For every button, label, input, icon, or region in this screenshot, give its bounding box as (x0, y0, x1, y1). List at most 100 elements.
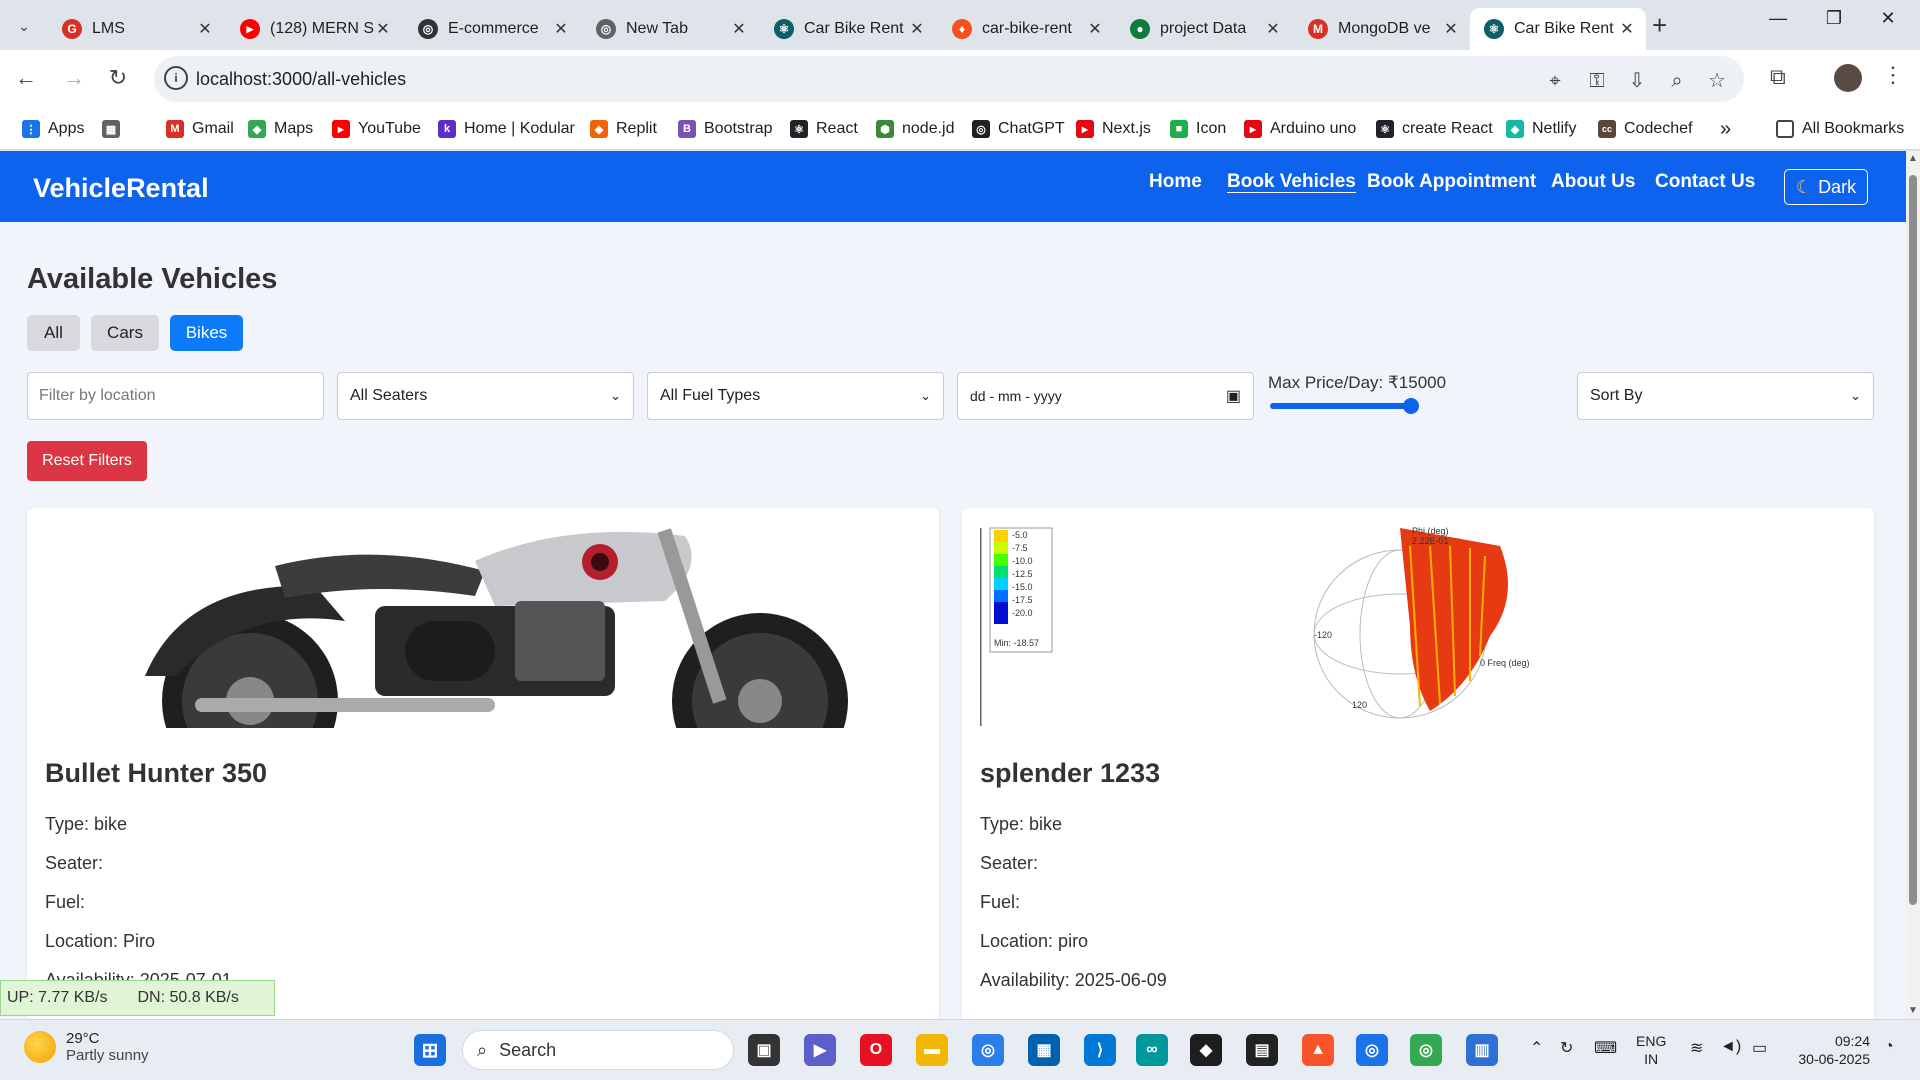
bookmark-react[interactable]: ⚛ React (790, 116, 858, 142)
bookmark-youtube[interactable]: ▶ YouTube (332, 116, 421, 142)
taskbar-search[interactable]: ⌕ Search (462, 1030, 734, 1070)
keyboard-icon[interactable]: ⌨ (1594, 1038, 1617, 1058)
install-app-icon[interactable]: ⇩ (1624, 68, 1650, 94)
bookmark-chatgpt[interactable]: ◎ ChatGPT (972, 116, 1065, 142)
bookmark-replit[interactable]: ◆ Replit (590, 116, 657, 142)
browser-tab-active[interactable]: ⚛ Car Bike Rent ✕ (1470, 8, 1646, 50)
restore-icon[interactable]: ❐ (1814, 8, 1854, 29)
scrollbar-thumb[interactable] (1909, 175, 1917, 905)
bookmark-netlify[interactable]: ◆ Netlify (1506, 116, 1576, 142)
calendar-icon[interactable]: ▣ (1226, 386, 1241, 406)
all-bookmarks-button[interactable]: All Bookmarks (1776, 116, 1904, 142)
vscode-icon[interactable]: ⟩ (1084, 1034, 1116, 1066)
figma-icon[interactable]: ◆ (1190, 1034, 1222, 1066)
bookmark-nodejs[interactable]: ⬢ node.jd (876, 116, 955, 142)
bookmark-icon[interactable]: ■ Icon (1170, 116, 1226, 142)
bookmark-tab-groups[interactable]: ▦ (102, 116, 128, 142)
task-view-icon[interactable]: ▣ (748, 1034, 780, 1066)
opera-icon[interactable]: O (860, 1034, 892, 1066)
bookmark-arduino[interactable]: ▶ Arduino uno (1244, 116, 1356, 142)
slider-handle[interactable] (1402, 398, 1419, 414)
close-tab-icon[interactable]: ✕ (908, 19, 926, 39)
arduino-icon[interactable]: ∞ (1136, 1034, 1168, 1066)
filter-tab-cars[interactable]: Cars (91, 315, 159, 351)
battery-icon[interactable]: ▭ (1752, 1038, 1767, 1058)
more-bookmarks-button[interactable]: » (1720, 116, 1731, 142)
sort-by-select[interactable]: Sort By ⌄ (1577, 372, 1874, 420)
reload-icon[interactable]: ↻ (102, 62, 134, 94)
close-tab-icon[interactable]: ✕ (1264, 19, 1282, 39)
input-language[interactable]: ENG IN (1636, 1032, 1666, 1068)
fuel-type-select[interactable]: All Fuel Types ⌄ (647, 372, 944, 420)
extensions-icon[interactable]: ⧉ (1770, 64, 1786, 90)
bookmark-gmail[interactable]: M Gmail (166, 116, 234, 142)
weather-widget[interactable]: 29°C Partly sunny (24, 1030, 149, 1064)
page-scrollbar[interactable]: ▲ ▼ (1906, 151, 1920, 1019)
browser-tab[interactable]: ♦ car-bike-rent ✕ (938, 8, 1114, 50)
notifications-icon[interactable]: ◔ (1884, 1038, 1894, 1056)
close-window-icon[interactable]: ✕ (1868, 8, 1908, 29)
browser-tab[interactable]: ◎ E-commerce ✕ (404, 8, 580, 50)
wifi-icon[interactable]: ≋ (1690, 1038, 1703, 1058)
zoom-icon[interactable]: ⌕ (1664, 68, 1690, 94)
sync-icon[interactable]: ↻ (1560, 1038, 1573, 1058)
brand-logo[interactable]: VehicleRental (33, 173, 209, 204)
chrome-alt-icon[interactable]: ◎ (1410, 1034, 1442, 1066)
browser-tab[interactable]: ⚛ Car Bike Rent ✕ (760, 8, 936, 50)
back-icon[interactable]: ← (10, 62, 42, 94)
scroll-down-icon[interactable]: ▼ (1908, 1005, 1918, 1016)
forward-icon[interactable]: → (58, 62, 90, 94)
bookmark-star-icon[interactable]: ☆ (1704, 68, 1730, 94)
system-clock[interactable]: 09:24 30-06-2025 (1784, 1032, 1870, 1068)
profile-avatar[interactable] (1834, 64, 1862, 92)
reset-filters-button[interactable]: Reset Filters (27, 441, 147, 481)
browser-menu-icon[interactable]: ⋮ (1882, 62, 1904, 88)
url-text[interactable]: localhost:3000/all-vehicles (196, 69, 406, 90)
location-filter-input[interactable]: Filter by location (27, 372, 324, 420)
date-filter-input[interactable]: dd - mm - yyyy ▣ (957, 372, 1254, 420)
chrome-profile-icon[interactable]: ◎ (1356, 1034, 1388, 1066)
browser-tab[interactable]: G LMS ✕ (48, 8, 224, 50)
site-info-icon[interactable]: i (164, 66, 188, 90)
vehicle-card[interactable]: -5.0 -7.5 -10.0 -12.5 -15.0 -17.5 -20.0 … (962, 508, 1874, 1019)
chrome-icon[interactable]: ◎ (972, 1034, 1004, 1066)
scroll-up-icon[interactable]: ▲ (1908, 153, 1918, 164)
bookmark-bootstrap[interactable]: B Bootstrap (678, 116, 772, 142)
new-tab-button[interactable]: + (1652, 10, 1667, 41)
terminal-icon[interactable]: ▤ (1246, 1034, 1278, 1066)
seaters-select[interactable]: All Seaters ⌄ (337, 372, 634, 420)
nav-home[interactable]: Home (1149, 171, 1202, 193)
app-icon[interactable]: ▥ (1466, 1034, 1498, 1066)
nav-contact-us[interactable]: Contact Us (1655, 171, 1755, 193)
vehicle-card[interactable]: Bullet Hunter 350 Type: bike Seater: Fue… (27, 508, 939, 1019)
windows-start-icon[interactable]: ⊞ (414, 1034, 446, 1066)
close-tab-icon[interactable]: ✕ (1442, 19, 1460, 39)
bookmark-create-react[interactable]: ⚛ create React (1376, 116, 1493, 142)
close-tab-icon[interactable]: ✕ (374, 19, 392, 39)
dark-mode-toggle[interactable]: ☾ Dark (1784, 169, 1868, 205)
bookmark-kodular[interactable]: k Home | Kodular (438, 116, 575, 142)
tab-search-chevron-icon[interactable]: ⌄ (12, 14, 36, 38)
password-key-icon[interactable]: ⚿ (1584, 68, 1610, 94)
close-tab-icon[interactable]: ✕ (730, 19, 748, 39)
filter-tab-all[interactable]: All (27, 315, 80, 351)
close-tab-icon[interactable]: ✕ (1618, 19, 1636, 39)
microsoft-store-icon[interactable]: ▦ (1028, 1034, 1060, 1066)
nav-about-us[interactable]: About Us (1551, 171, 1635, 193)
browser-tab[interactable]: ● project Data ✕ (1116, 8, 1292, 50)
location-icon[interactable]: ⌖ (1542, 68, 1568, 94)
close-tab-icon[interactable]: ✕ (196, 19, 214, 39)
volume-icon[interactable]: ◄) (1720, 1038, 1741, 1056)
address-bar[interactable]: i localhost:3000/all-vehicles ⌖ ⚿ ⇩ ⌕ ☆ (154, 56, 1744, 102)
close-tab-icon[interactable]: ✕ (552, 19, 570, 39)
browser-tab[interactable]: ◎ New Tab ✕ (582, 8, 758, 50)
close-tab-icon[interactable]: ✕ (1086, 19, 1104, 39)
bookmark-codechef[interactable]: cc Codechef (1598, 116, 1693, 142)
brave-icon[interactable]: ▲ (1302, 1034, 1334, 1066)
nav-book-vehicles[interactable]: Book Vehicles (1227, 171, 1356, 193)
bookmark-maps[interactable]: ◆ Maps (248, 116, 313, 142)
max-price-slider[interactable] (1270, 397, 1419, 415)
teams-icon[interactable]: ▶ (804, 1034, 836, 1066)
bookmark-apps[interactable]: ⋮ Apps (22, 116, 84, 142)
browser-tab[interactable]: ▶ (128) MERN S ✕ (226, 8, 402, 50)
